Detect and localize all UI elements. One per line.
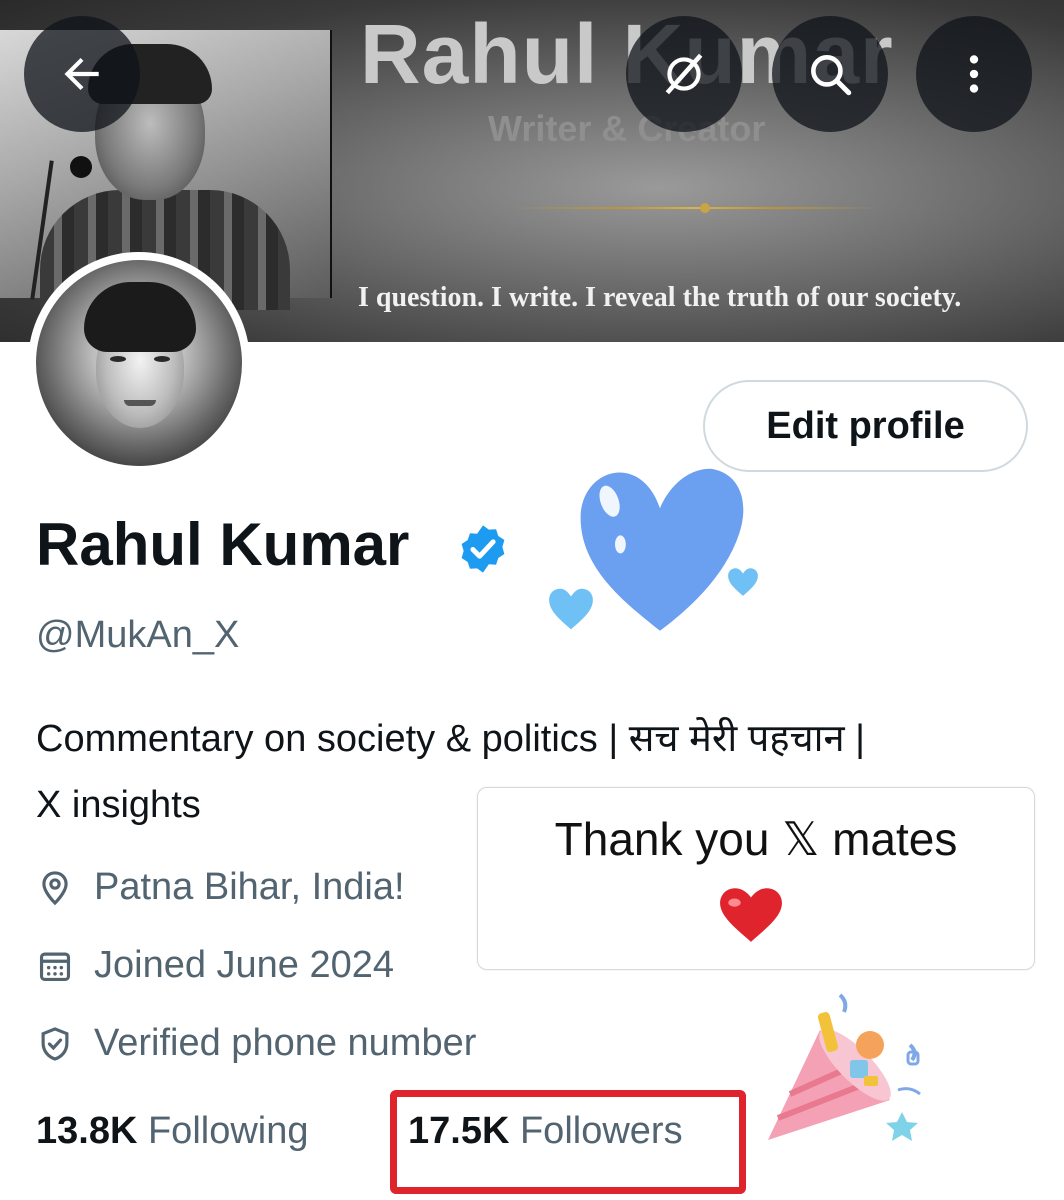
party-popper-sticker-icon [768,993,921,1141]
following-count: 13.8K [36,1110,138,1152]
avatar-hair [84,282,196,352]
followers-highlight-box [390,1090,746,1194]
back-button[interactable] [24,16,140,132]
small-blue-heart-icon [728,568,758,596]
avatar-eye-right [154,356,170,362]
search-button[interactable] [772,16,888,132]
joined-row: Joined June 2024 [36,944,394,987]
profile-name: Rahul Kumar [36,511,410,578]
blue-heart-sticker-icon [580,468,744,631]
edit-profile-button[interactable]: Edit profile [703,380,1028,472]
grok-icon [665,53,703,95]
more-vertical-icon [969,55,979,93]
joined-text: Joined June 2024 [94,944,395,986]
verified-phone-text: Verified phone number [94,1022,477,1064]
arrow-left-icon [64,57,99,91]
location-text: Patna Bihar, India! [94,866,405,908]
avatar-eye-left [110,356,126,362]
shield-check-icon [41,1026,69,1061]
profile-handle: @MukAn_X [36,614,240,656]
small-blue-heart-icon [549,588,593,630]
more-button[interactable] [916,16,1032,132]
microphone-icon [70,156,92,178]
following-label: Following [147,1110,309,1152]
thank-you-text: Thank you 𝕏 mates [554,813,958,865]
search-icon [811,55,852,96]
location-pin-icon [42,870,68,905]
calendar-icon [39,952,71,981]
banner-divider-ornament [700,203,710,213]
grok-button[interactable] [626,16,742,132]
red-heart-icon [720,888,782,942]
banner-tagline: I question. I write. I reveal the truth … [358,282,962,313]
banner-divider [510,207,880,209]
following-stat[interactable]: 13.8K Following [36,1110,309,1153]
avatar-mouth [124,400,156,406]
verified-badge-icon[interactable] [456,522,510,576]
verified-phone-row: Verified phone number [36,1022,476,1065]
avatar-photo [36,260,242,466]
location-row: Patna Bihar, India! [36,866,405,909]
avatar[interactable] [28,252,250,474]
bio-line: Commentary on society & politics | सच मे… [36,718,866,760]
thank-you-card: Thank you 𝕏 mates [477,787,1035,970]
